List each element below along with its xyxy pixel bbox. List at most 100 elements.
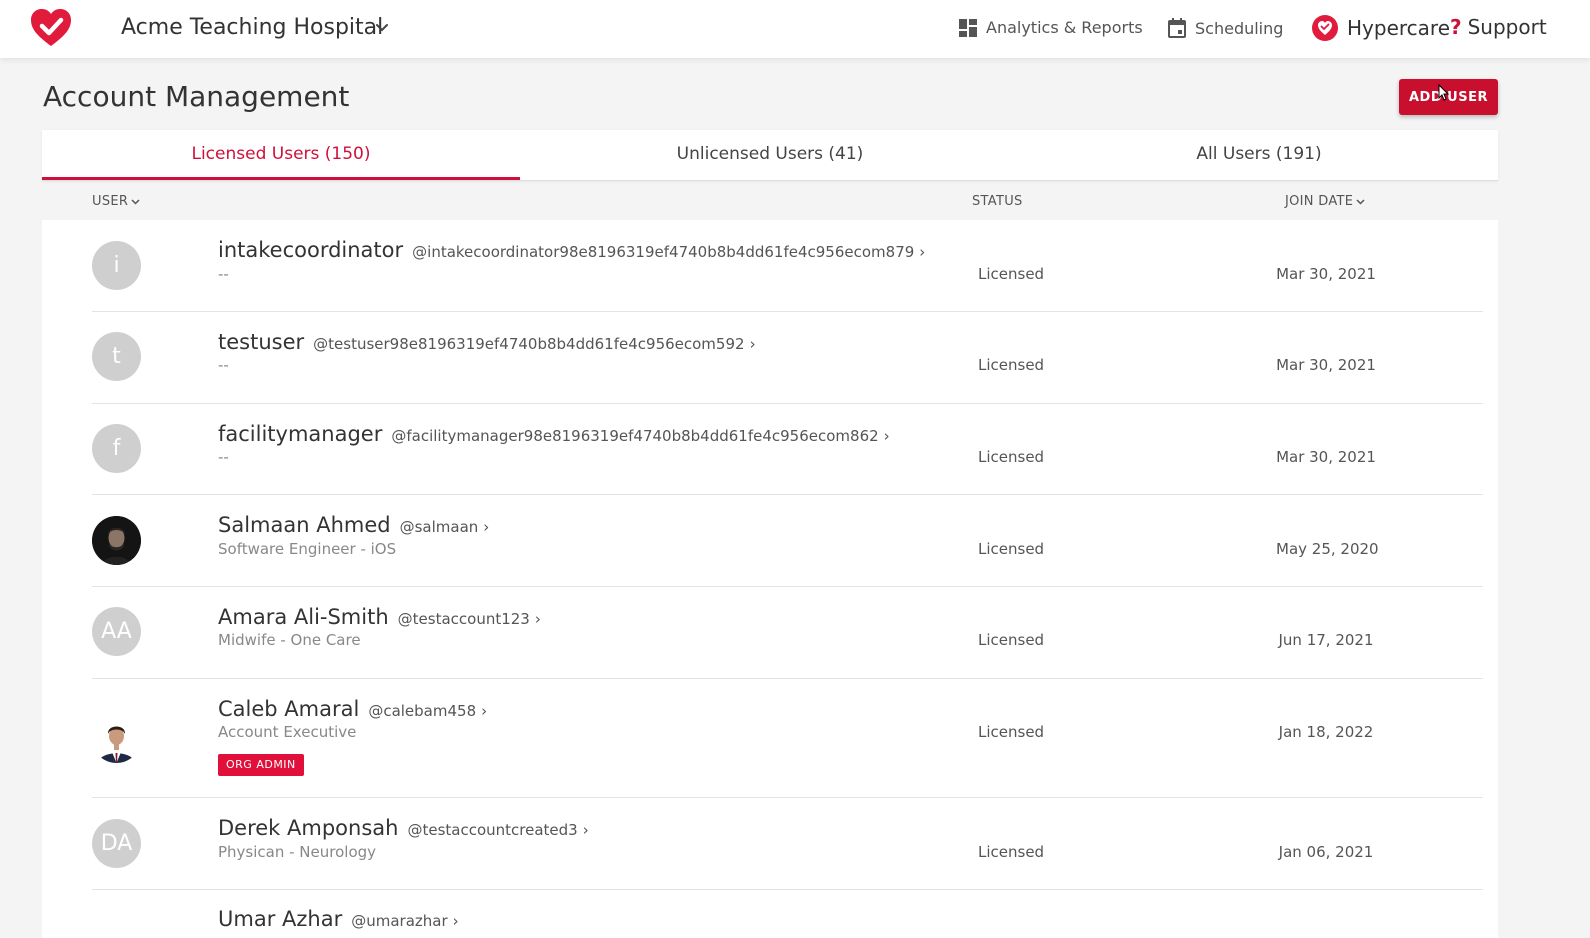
chevron-right-icon: ›	[919, 243, 926, 261]
user-name-line[interactable]: Salmaan Ahmed @salmaan ›	[218, 513, 489, 537]
user-photo-icon	[92, 516, 141, 565]
chevron-right-icon: ›	[749, 335, 756, 353]
join-date-value: Jan 06, 2021	[1278, 843, 1374, 861]
user-subtitle: Midwife - One Care	[218, 631, 361, 649]
status-value: Licensed	[978, 356, 1045, 374]
avatar: f	[92, 424, 141, 473]
nav-hypercare-label: Hypercare	[1347, 16, 1450, 40]
join-date-value: Mar 30, 2021	[1276, 356, 1376, 374]
status-value: Licensed	[978, 448, 1045, 466]
user-name: Salmaan Ahmed	[218, 513, 391, 537]
dashboard-icon	[959, 18, 977, 37]
tab-all-users[interactable]: All Users (191)	[1020, 130, 1498, 180]
user-tabs: Licensed Users (150) Unlicensed Users (4…	[42, 130, 1498, 181]
join-date-value: Jun 17, 2021	[1278, 631, 1374, 649]
user-subtitle: Software Engineer - iOS	[218, 540, 397, 558]
nav-analytics-reports[interactable]: Analytics & Reports	[959, 18, 1143, 37]
org-name[interactable]: Acme Teaching Hospital	[121, 15, 383, 40]
user-list: i intakecoordinator @intakecoordinator98…	[42, 220, 1498, 938]
user-handle: @testaccountcreated3	[407, 821, 578, 839]
nav-scheduling[interactable]: Scheduling	[1168, 18, 1283, 38]
page-title: Account Management	[43, 80, 350, 113]
user-subtitle: Physican - Neurology	[218, 843, 377, 861]
user-name: Caleb Amaral	[218, 697, 360, 721]
nav-hypercare[interactable]: Hypercare	[1312, 15, 1450, 41]
chevron-down-icon[interactable]	[374, 20, 390, 36]
avatar: i	[92, 241, 141, 290]
table-row[interactable]: i intakecoordinator @intakecoordinator98…	[42, 220, 1498, 312]
status-value: Licensed	[978, 631, 1045, 649]
org-admin-badge: ORG ADMIN	[218, 754, 304, 776]
user-name: Umar Azhar	[218, 907, 343, 931]
column-header-user-label: USER	[92, 194, 129, 209]
user-name-line[interactable]: intakecoordinator @intakecoordinator98e8…	[218, 238, 925, 262]
user-handle: @testuser98e8196319ef4740b8b4dd61fe4c956…	[313, 335, 745, 353]
table-row[interactable]: Salmaan Ahmed @salmaan › Software Engine…	[42, 495, 1498, 587]
chevron-right-icon: ›	[452, 912, 459, 930]
user-subtitle: --	[218, 448, 229, 466]
column-header-join-date-label: JOIN DATE	[1285, 194, 1354, 209]
user-name: Amara Ali-Smith	[218, 605, 389, 629]
user-name: facilitymanager	[218, 422, 383, 446]
user-name-line[interactable]: Caleb Amaral @calebam458 ›	[218, 697, 487, 721]
user-subtitle: --	[218, 356, 229, 374]
avatar: t	[92, 332, 141, 381]
avatar	[92, 516, 141, 565]
user-name-line[interactable]: Amara Ali-Smith @testaccount123 ›	[218, 605, 541, 629]
chevron-right-icon: ›	[534, 610, 541, 628]
question-mark-icon: ?	[1450, 15, 1462, 39]
hypercare-badge-icon	[1312, 15, 1338, 41]
tab-unlicensed-users[interactable]: Unlicensed Users (41)	[520, 130, 1020, 180]
top-bar: Acme Teaching Hospital Analytics & Repor…	[0, 0, 1590, 58]
user-handle: @facilitymanager98e8196319ef4740b8b4dd61…	[391, 427, 879, 445]
avatar	[92, 714, 141, 763]
user-handle: @intakecoordinator98e8196319ef4740b8b4dd…	[412, 243, 915, 261]
chevron-down-icon	[1356, 199, 1365, 205]
user-name-line[interactable]: Derek Amponsah @testaccountcreated3 ›	[218, 816, 589, 840]
join-date-value: Mar 30, 2021	[1276, 448, 1376, 466]
join-date-value: Jan 18, 2022	[1278, 723, 1374, 741]
column-header-join-date[interactable]: JOIN DATE	[1285, 194, 1365, 209]
chevron-right-icon: ›	[582, 821, 589, 839]
join-date-value: Mar 30, 2021	[1276, 265, 1376, 283]
status-value: Licensed	[978, 540, 1045, 558]
table-row[interactable]: t testuser @testuser98e8196319ef4740b8b4…	[42, 312, 1498, 404]
chevron-right-icon: ›	[883, 427, 890, 445]
user-subtitle: Account Executive	[218, 723, 357, 741]
user-handle: @salmaan	[399, 518, 479, 536]
status-value: Licensed	[978, 843, 1045, 861]
nav-support[interactable]: ? Support	[1450, 15, 1547, 39]
chevron-right-icon: ›	[481, 702, 488, 720]
user-name: intakecoordinator	[218, 238, 404, 262]
nav-scheduling-label: Scheduling	[1195, 18, 1284, 38]
user-handle: @calebam458	[368, 702, 477, 720]
table-row[interactable]: DA Derek Amponsah @testaccountcreated3 ›…	[42, 798, 1498, 890]
user-subtitle: --	[218, 265, 229, 283]
chevron-down-icon	[131, 199, 140, 205]
tab-licensed-users[interactable]: Licensed Users (150)	[42, 130, 520, 180]
nav-analytics-label: Analytics & Reports	[986, 18, 1143, 37]
avatar: AA	[92, 607, 141, 656]
column-header-status: STATUS	[972, 194, 1023, 209]
column-header-user[interactable]: USER	[92, 194, 140, 209]
status-value: Licensed	[978, 265, 1045, 283]
table-row[interactable]: f facilitymanager @facilitymanager98e819…	[42, 404, 1498, 495]
status-value: Licensed	[978, 723, 1045, 741]
calendar-icon	[1168, 18, 1186, 38]
table-row[interactable]: AA Amara Ali-Smith @testaccount123 › Mid…	[42, 587, 1498, 679]
user-handle: @testaccount123	[397, 610, 530, 628]
heart-check-logo-icon[interactable]	[29, 6, 73, 50]
user-name: Derek Amponsah	[218, 816, 399, 840]
add-user-button[interactable]: ADD USER	[1399, 79, 1498, 115]
table-row[interactable]: Caleb Amaral @calebam458 › Account Execu…	[42, 679, 1498, 798]
user-name-line[interactable]: testuser @testuser98e8196319ef4740b8b4dd…	[218, 330, 756, 354]
join-date-value: May 25, 2020	[1276, 540, 1379, 558]
user-name: testuser	[218, 330, 305, 354]
table-row[interactable]: Umar Azhar @umarazhar ›	[42, 890, 1498, 938]
user-handle: @umarazhar	[351, 912, 448, 930]
avatar: DA	[92, 819, 141, 868]
user-name-line[interactable]: facilitymanager @facilitymanager98e81963…	[218, 422, 890, 446]
nav-support-label: Support	[1467, 15, 1547, 39]
chevron-right-icon: ›	[483, 518, 490, 536]
user-name-line[interactable]: Umar Azhar @umarazhar ›	[218, 907, 459, 931]
